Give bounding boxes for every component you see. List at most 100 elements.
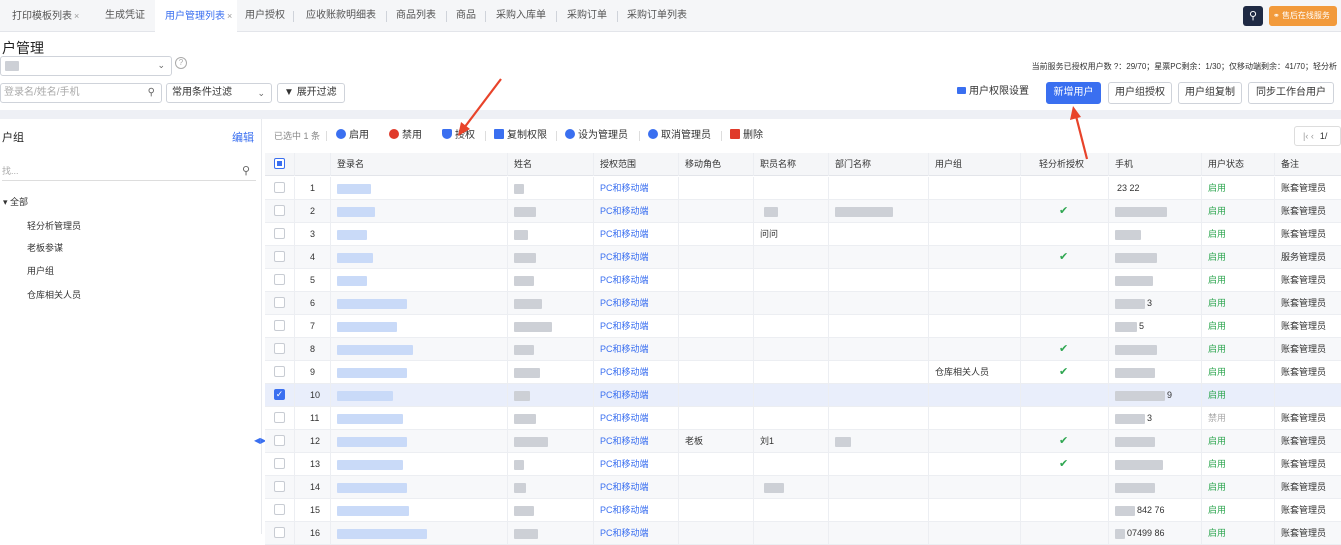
row-checkbox[interactable] [265, 361, 295, 384]
search-icon[interactable]: ⚲ [148, 84, 155, 102]
row-checkbox[interactable] [265, 315, 295, 338]
header-note[interactable]: 备注 [1275, 153, 1341, 176]
header-group[interactable]: 用户组 [929, 153, 1021, 176]
tab-receivables[interactable]: 应收账款明细表 [306, 0, 376, 32]
scope-link[interactable]: PC和移动端 [594, 407, 679, 430]
disable-button[interactable]: 禁用 [389, 126, 422, 146]
scope-link[interactable]: PC和移动端 [594, 453, 679, 476]
row-checkbox[interactable] [265, 177, 295, 200]
tab-print-templates[interactable]: 打印模板列表 × [12, 0, 79, 32]
table-row[interactable]: 15 PC和移动端 842 76 启用 账套管理员 [265, 499, 1341, 522]
user-group-copy-button[interactable]: 用户组复制 [1178, 82, 1242, 104]
account-select[interactable]: ⌄ [0, 56, 172, 76]
tab-user-management[interactable]: 用户管理列表 × [155, 0, 237, 33]
row-checkbox[interactable] [265, 200, 295, 223]
user-group-auth-button[interactable]: 用户组授权 [1108, 82, 1172, 104]
scope-link[interactable]: PC和移动端 [594, 430, 679, 453]
scope-link[interactable]: PC和移动端 [594, 476, 679, 499]
table-row[interactable]: 9 PC和移动端 仓库相关人员 ✔ 启用 账套管理员 [265, 361, 1341, 384]
row-checkbox[interactable] [265, 499, 295, 522]
prev-page-icon[interactable]: |‹ ‹ [1303, 131, 1314, 141]
cancel-admin-button[interactable]: 取消管理员 [648, 126, 711, 146]
scope-link[interactable]: PC和移动端 [594, 246, 679, 269]
row-checkbox[interactable] [265, 407, 295, 430]
tree-root[interactable]: ▾ 全部 [3, 195, 28, 208]
close-icon[interactable]: × [74, 11, 79, 21]
tree-item[interactable]: 轻分析管理员 [27, 219, 81, 232]
row-checkbox[interactable] [265, 453, 295, 476]
group-search-input[interactable]: 找... ⚲ [2, 161, 256, 181]
scope-link[interactable]: PC和移动端 [594, 223, 679, 246]
help-icon[interactable]: ? [175, 57, 187, 69]
header-staff[interactable]: 职员名称 [754, 153, 829, 176]
table-row[interactable]: ✓ 10 PC和移动端 9 启用 [265, 384, 1341, 407]
edit-link[interactable]: 编辑 [232, 129, 254, 145]
table-row[interactable]: 14 PC和移动端 启用 账套管理员 [265, 476, 1341, 499]
user-permission-settings-button[interactable]: 用户权限设置 [957, 82, 1043, 104]
expand-filter-button[interactable]: ▼ 展开过滤 [277, 83, 345, 103]
header-scope[interactable]: 授权范围 [594, 153, 679, 176]
row-checkbox[interactable] [265, 430, 295, 453]
select-all-checkbox[interactable] [265, 153, 295, 176]
table-row[interactable]: 12 PC和移动端 老板 刘1 ✔ 启用 账套管理员 [265, 430, 1341, 453]
header-dept[interactable]: 部门名称 [829, 153, 929, 176]
scope-link[interactable]: PC和移动端 [594, 361, 679, 384]
table-row[interactable]: 7 PC和移动端 5 启用 账套管理员 [265, 315, 1341, 338]
header-login[interactable]: 登录名 [331, 153, 508, 176]
row-checkbox[interactable] [265, 246, 295, 269]
search-input[interactable]: 登录名/姓名/手机 ⚲ [0, 83, 162, 103]
scope-link[interactable]: PC和移动端 [594, 269, 679, 292]
search-icon[interactable]: ⚲ [242, 161, 250, 181]
header-analysis[interactable]: 轻分析授权 [1021, 153, 1109, 176]
row-checkbox[interactable] [265, 292, 295, 315]
table-row[interactable]: 11 PC和移动端 3 禁用 账套管理员 [265, 407, 1341, 430]
scope-link[interactable]: PC和移动端 [594, 177, 679, 200]
copy-permission-button[interactable]: 复制权限 [494, 126, 547, 146]
table-row[interactable]: 2 PC和移动端 ✔ 启用 账套管理员 [265, 200, 1341, 223]
row-checkbox[interactable]: ✓ [265, 384, 295, 407]
row-checkbox[interactable] [265, 223, 295, 246]
tab-purchase-inbound[interactable]: 采购入库单 [496, 0, 546, 32]
tab-user-auth[interactable]: 用户授权 [245, 0, 285, 32]
scope-link[interactable]: PC和移动端 [594, 200, 679, 223]
table-row[interactable]: 13 PC和移动端 ✔ 启用 账套管理员 [265, 453, 1341, 476]
table-row[interactable]: 5 PC和移动端 启用 账套管理员 [265, 269, 1341, 292]
scope-link[interactable]: PC和移动端 [594, 338, 679, 361]
pagination[interactable]: |‹ ‹ 1/ [1294, 126, 1341, 146]
enable-button[interactable]: 启用 [336, 126, 369, 146]
tab-goods-list[interactable]: 商品列表 [396, 0, 436, 32]
service-button[interactable]: ⚭ 售后在线服务 [1269, 6, 1337, 26]
authorize-button[interactable]: 授权 [442, 126, 475, 146]
staff-cell [754, 476, 829, 499]
table-row[interactable]: 4 PC和移动端 ✔ 启用 服务管理员 [265, 246, 1341, 269]
tree-item[interactable]: 用户组 [27, 264, 54, 277]
scope-link[interactable]: PC和移动端 [594, 315, 679, 338]
preset-filter-select[interactable]: 常用条件过滤 ⌄ [166, 83, 272, 103]
header-phone[interactable]: 手机 [1109, 153, 1202, 176]
delete-button[interactable]: 删除 [730, 126, 763, 146]
sync-workbench-users-button[interactable]: 同步工作台用户 [1248, 82, 1334, 104]
tree-item[interactable]: 老板参谋 [27, 241, 63, 254]
header-mobile-role[interactable]: 移动角色 [679, 153, 754, 176]
search-icon[interactable]: ⚲ [1243, 6, 1263, 26]
scope-link[interactable]: PC和移动端 [594, 292, 679, 315]
tab-goods[interactable]: 商品 [456, 0, 476, 32]
tab-voucher[interactable]: 生成凭证 [105, 0, 145, 32]
table-row[interactable]: 3 PC和移动端 问问 启用 账套管理员 [265, 223, 1341, 246]
tab-purchase-order-list[interactable]: 采购订单列表 [627, 0, 687, 32]
close-icon[interactable]: × [227, 11, 232, 21]
row-checkbox[interactable] [265, 338, 295, 361]
header-name[interactable]: 姓名 [508, 153, 594, 176]
table-row[interactable]: 1 PC和移动端 23 22 启用 账套管理员 [265, 177, 1341, 200]
table-row[interactable]: 8 PC和移动端 ✔ 启用 账套管理员 [265, 338, 1341, 361]
row-checkbox[interactable] [265, 476, 295, 499]
tree-item[interactable]: 仓库相关人员 [27, 288, 81, 301]
scope-link[interactable]: PC和移动端 [594, 499, 679, 522]
scope-link[interactable]: PC和移动端 [594, 384, 679, 407]
header-status[interactable]: 用户状态 [1202, 153, 1275, 176]
tab-purchase-order[interactable]: 采购订单 [567, 0, 607, 32]
row-checkbox[interactable] [265, 269, 295, 292]
new-user-button[interactable]: 新增用户 [1046, 82, 1101, 104]
set-admin-button[interactable]: 设为管理员 [565, 126, 628, 146]
table-row[interactable]: 6 PC和移动端 3 启用 账套管理员 [265, 292, 1341, 315]
